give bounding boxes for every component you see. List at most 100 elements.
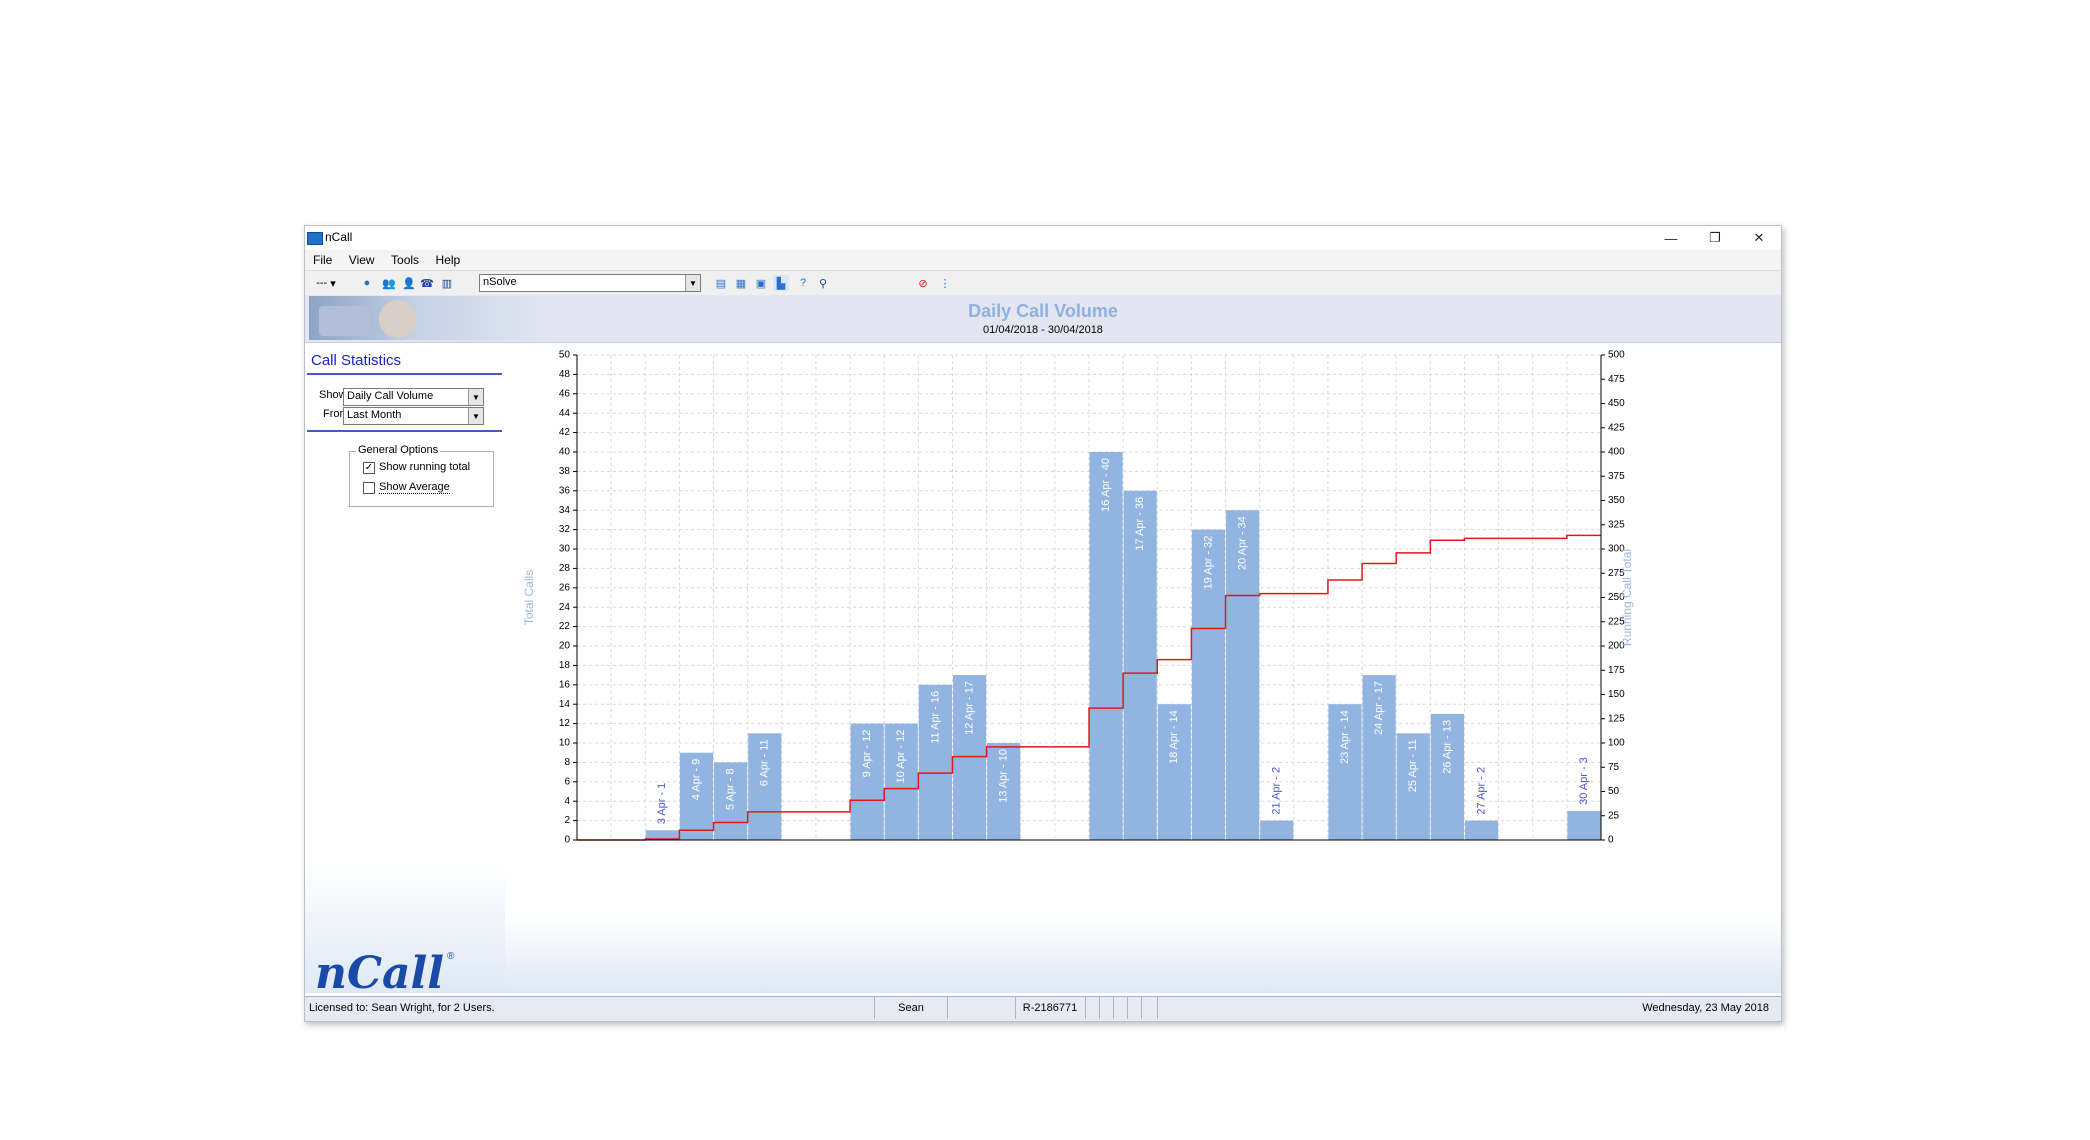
y-tick-label: 44 <box>559 408 571 419</box>
bar-label: 27 Apr - 2 <box>1475 767 1487 815</box>
y2-tick-label: 150 <box>1608 689 1625 700</box>
bar-label: 21 Apr - 2 <box>1271 767 1283 815</box>
y-tick-label: 20 <box>559 641 571 652</box>
bar-label: 19 Apr - 32 <box>1202 536 1214 590</box>
y2-tick-label: 400 <box>1608 447 1625 458</box>
chart-icon[interactable]: ▙ <box>773 275 789 291</box>
table-icon[interactable]: ▦ <box>733 275 749 291</box>
bar-label: 11 Apr - 16 <box>929 691 941 744</box>
menu-view[interactable]: View <box>345 250 379 270</box>
status-reference: R-2186771 <box>1015 997 1086 1019</box>
chart-title: Daily Call Volume <box>968 301 1118 321</box>
bar-label: 9 Apr - 12 <box>861 730 873 778</box>
chevron-down-icon: ▼ <box>685 275 700 291</box>
status-user: Sean <box>875 997 948 1019</box>
divider <box>307 430 502 432</box>
bar-label: 24 Apr - 17 <box>1373 681 1385 735</box>
chevron-down-icon: ▼ <box>468 389 483 405</box>
bar-label: 26 Apr - 13 <box>1441 720 1453 774</box>
bar-label: 25 Apr - 11 <box>1407 739 1419 792</box>
y-tick-label: 24 <box>559 602 571 613</box>
average-checkbox[interactable] <box>363 482 375 494</box>
bar-label: 23 Apr - 14 <box>1339 710 1351 764</box>
y2-tick-label: 125 <box>1608 713 1625 724</box>
check-icon: ✓ <box>364 462 374 473</box>
y2-tick-label: 50 <box>1608 786 1620 797</box>
y-tick-label: 42 <box>559 427 571 438</box>
running-total-checkbox[interactable]: ✓ <box>363 462 375 474</box>
bar-label: 3 Apr - 1 <box>656 783 668 825</box>
ncall-logo: nCall <box>315 948 444 999</box>
y2-tick-label: 475 <box>1608 374 1625 385</box>
bar-label: 4 Apr - 9 <box>690 759 702 801</box>
clipboard-icon[interactable]: ▣ <box>753 275 769 291</box>
chart-date-range: 01/04/2018 - 30/04/2018 <box>983 324 1103 336</box>
menu-tools[interactable]: Tools <box>387 250 423 270</box>
status-empty <box>947 997 1016 1019</box>
app-icon <box>307 232 323 245</box>
menu-bar: File View Tools Help <box>305 250 1781 270</box>
y-tick-label: 34 <box>559 505 571 516</box>
company-select-value: nSolve <box>483 276 517 288</box>
status-empty <box>1099 997 1114 1019</box>
y2-tick-label: 500 <box>1608 350 1625 361</box>
more-icon[interactable]: ⋮ <box>937 275 953 291</box>
running-total-label: Show running total <box>379 461 471 473</box>
y-tick-label: 32 <box>559 524 571 535</box>
users-icon[interactable]: 👥 <box>381 275 397 291</box>
status-empty <box>1113 997 1128 1019</box>
status-license: Licensed to: Sean Wright, for 2 Users. <box>305 997 875 1019</box>
y-tick-label: 14 <box>559 699 571 710</box>
y-tick-label: 18 <box>559 660 571 671</box>
logo-registered-mark: ® <box>447 951 455 962</box>
y-tick-label: 8 <box>564 757 570 768</box>
stop-icon[interactable]: ⊘ <box>915 275 931 291</box>
status-bar: Licensed to: Sean Wright, for 2 Users. S… <box>305 996 1781 1021</box>
user-icon[interactable]: 👤 <box>401 275 417 291</box>
title-bar: nCall — ❐ ✕ <box>305 226 1781 250</box>
from-select-value: Last Month <box>347 409 402 421</box>
panel-title: Call Statistics <box>311 352 402 369</box>
show-select-value: Daily Call Volume <box>347 390 434 402</box>
phone-list-icon[interactable]: ▥ <box>439 275 455 291</box>
restore-button[interactable]: ❐ <box>1693 226 1737 250</box>
show-select[interactable]: Daily Call Volume ▼ <box>343 388 484 406</box>
minimize-button[interactable]: — <box>1649 226 1693 250</box>
y2-tick-label: 175 <box>1608 665 1625 676</box>
company-select[interactable]: nSolve ▼ <box>479 274 701 292</box>
menu-help[interactable]: Help <box>432 250 465 270</box>
bar-label: 17 Apr - 36 <box>1134 497 1146 551</box>
y-tick-label: 30 <box>559 544 571 555</box>
search-icon[interactable]: ⚲ <box>815 275 831 291</box>
menu-file[interactable]: File <box>309 250 336 270</box>
from-select[interactable]: Last Month ▼ <box>343 407 484 425</box>
daily-call-volume-chart: 3 Apr - 1 4 Apr - 9 5 Apr - 8 6 Apr - 11 9 A… <box>522 350 1634 846</box>
license-text: Licensed to: Sean Wright, for 2 Users. <box>309 1002 495 1014</box>
y-tick-label: 6 <box>564 776 570 787</box>
phone-icon[interactable]: ☎ <box>419 275 435 291</box>
bar <box>1260 820 1294 840</box>
bulb-icon[interactable]: ● <box>359 275 375 291</box>
bar <box>1464 820 1499 840</box>
y-tick-label: 4 <box>564 796 570 807</box>
y-tick-label: 0 <box>564 835 570 846</box>
left-panel: Call Statistics Show Daily Call Volume ▼… <box>305 343 505 1000</box>
bar-label: 13 Apr - 10 <box>998 749 1010 803</box>
book-icon[interactable]: ▤ <box>713 275 729 291</box>
bar-label: 20 Apr - 34 <box>1237 516 1249 570</box>
y2-tick-label: 0 <box>1608 835 1614 846</box>
bar <box>1567 810 1601 840</box>
report-header: Daily Call Volume 01/04/2018 - 30/04/201… <box>305 295 1781 343</box>
y2-tick-label: 75 <box>1608 762 1620 773</box>
y2-tick-label: 350 <box>1608 495 1625 506</box>
y-tick-label: 38 <box>559 466 571 477</box>
mode-dropdown[interactable]: --- ▾ <box>311 275 341 291</box>
y2-tick-label: 375 <box>1608 471 1625 482</box>
help-icon[interactable]: ? <box>795 275 811 291</box>
group-title: General Options <box>356 444 441 456</box>
y-tick-label: 12 <box>559 718 571 729</box>
close-button[interactable]: ✕ <box>1737 226 1781 250</box>
average-label: Show Average <box>379 481 450 494</box>
user-text: Sean <box>898 1002 924 1014</box>
y-tick-label: 40 <box>559 447 571 458</box>
